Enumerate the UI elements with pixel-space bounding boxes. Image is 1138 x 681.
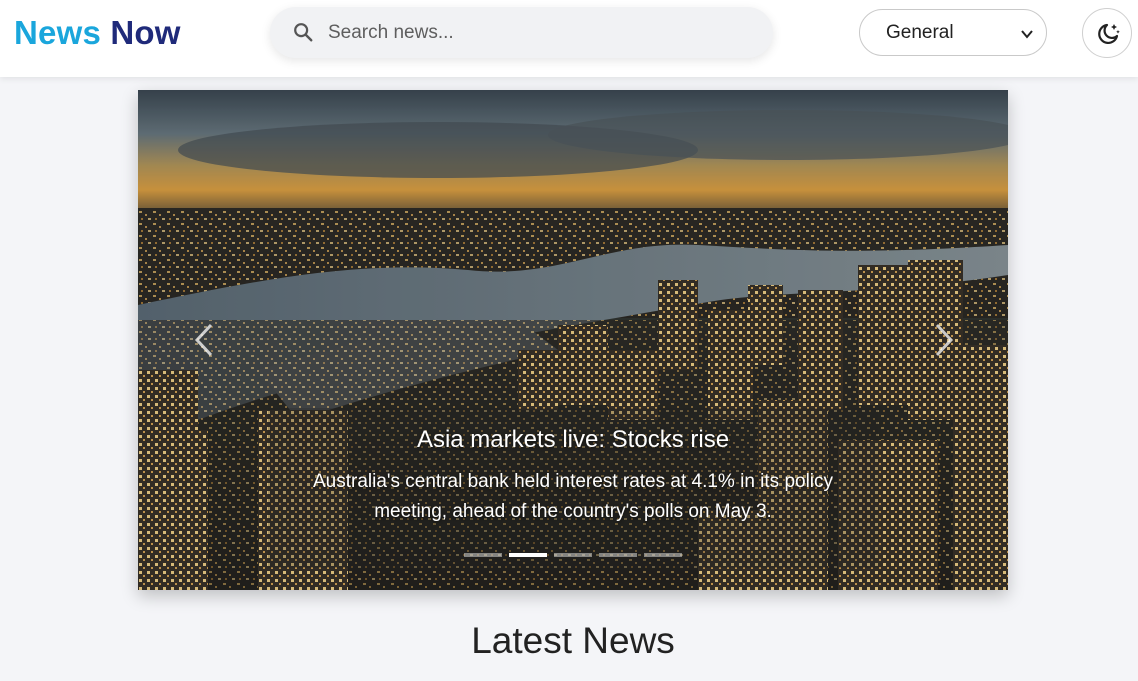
top-navbar: News Now General [0, 0, 1138, 77]
moon-stars-icon [1098, 23, 1120, 45]
carousel-indicator[interactable] [509, 553, 547, 557]
carousel-prev-icon[interactable] [193, 322, 215, 358]
carousel-next-icon[interactable] [933, 322, 955, 358]
headline-carousel[interactable]: Asia markets live: Stocks rise Australia… [138, 90, 1008, 590]
theme-toggle-button[interactable] [1082, 8, 1132, 58]
site-logo[interactable]: News Now [14, 12, 181, 54]
carousel-indicator[interactable] [464, 553, 502, 557]
slide-description: Australia's central bank held interest r… [312, 471, 834, 522]
latest-news-heading: Latest News [471, 620, 675, 661]
search-icon [294, 23, 313, 42]
carousel-indicator[interactable] [554, 553, 592, 557]
search-bar [270, 7, 773, 58]
category-select-value: General [886, 22, 954, 43]
chevron-down-icon [1021, 30, 1033, 39]
category-select[interactable]: General [859, 9, 1047, 56]
slide-title[interactable]: Asia markets live: Stocks rise [138, 426, 1008, 454]
logo-news-text: News [14, 14, 102, 51]
search-input[interactable] [328, 7, 748, 58]
logo-now-text: Now [110, 14, 181, 51]
carousel-indicator[interactable] [599, 553, 637, 557]
carousel-indicator[interactable] [644, 553, 682, 557]
